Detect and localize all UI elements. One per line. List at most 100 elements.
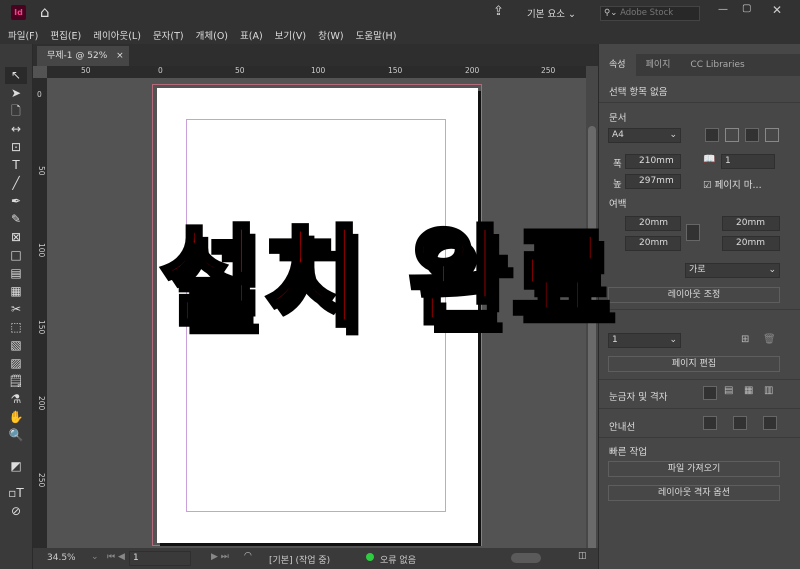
- ruler-label: 50: [81, 66, 91, 75]
- direct-selection-tool-icon[interactable]: ➤: [5, 85, 27, 102]
- rectangle-tool-icon[interactable]: □: [5, 247, 27, 264]
- zoom-tool-icon[interactable]: 🔍: [5, 427, 27, 444]
- orientation-select[interactable]: 가로 ⌄: [685, 263, 780, 278]
- facing-pages-checkbox[interactable]: ☑ 페이지 마...: [703, 177, 762, 191]
- gradient-tool-icon[interactable]: ▧: [5, 337, 27, 354]
- height-value: 297mm: [639, 176, 674, 186]
- gradient-feather-icon[interactable]: ▨: [5, 355, 27, 372]
- grid-icon[interactable]: ▦: [5, 283, 27, 300]
- portrait-icon[interactable]: [745, 128, 759, 142]
- chevron-down-icon[interactable]: ⌄: [91, 552, 99, 562]
- workspace-dropdown[interactable]: 기본 요소 ⌄: [527, 6, 576, 20]
- menu-table[interactable]: 표(A): [240, 28, 263, 42]
- link-margins-icon[interactable]: [686, 224, 700, 241]
- width-value: 210mm: [639, 156, 674, 166]
- layout-grid-icon[interactable]: ▥: [764, 385, 773, 396]
- margin-left-field[interactable]: 20mm: [722, 236, 780, 251]
- note-tool-icon[interactable]: 🗒: [5, 373, 27, 390]
- baseline-grid-icon[interactable]: ▤: [724, 385, 733, 396]
- content-collector-icon[interactable]: ⊡: [5, 139, 27, 156]
- width-field[interactable]: 210mm: [625, 154, 681, 169]
- menu-help[interactable]: 도움말(H): [356, 28, 397, 42]
- free-transform-tool-icon[interactable]: ⬚: [5, 319, 27, 336]
- next-page-icon[interactable]: ▶ ⏭: [211, 552, 229, 562]
- guides-heading: 안내선: [609, 422, 636, 433]
- hand-tool-icon[interactable]: ✋: [5, 409, 27, 426]
- menu-view[interactable]: 보기(V): [275, 28, 306, 42]
- import-file-button[interactable]: 파일 가져오기: [608, 461, 780, 477]
- document-grid-icon[interactable]: ▦: [744, 385, 753, 396]
- split-view-icon[interactable]: ◫: [578, 551, 587, 561]
- tab-cc-libraries[interactable]: CC Libraries: [680, 54, 754, 76]
- menu-file[interactable]: 파일(F): [8, 28, 38, 42]
- pages-icon: 📖: [703, 154, 716, 165]
- page-number-field[interactable]: 1: [129, 551, 191, 566]
- ruler-icon[interactable]: [703, 386, 717, 400]
- workspace-label: 기본 요소: [527, 9, 565, 20]
- stock-search[interactable]: ⚲⌄ Adobe Stock: [600, 6, 700, 21]
- share-icon[interactable]: ⇪: [493, 4, 504, 19]
- menu-layout[interactable]: 레이아웃(L): [93, 28, 141, 42]
- ruler-label: 200: [37, 396, 46, 411]
- document-title: 무제-1 @ 52%: [47, 51, 108, 61]
- horizontal-scroll-thumb[interactable]: [511, 553, 541, 563]
- page-tool-icon[interactable]: 🗋: [5, 103, 27, 120]
- eyedropper-tool-icon[interactable]: ⚗: [5, 391, 27, 408]
- facing-icon[interactable]: [725, 128, 739, 142]
- page-size-value: A4: [612, 130, 624, 140]
- layout-grid-options-button[interactable]: 레이아웃 격자 옵션: [608, 485, 780, 501]
- minimize-button[interactable]: —: [718, 4, 728, 15]
- pages-field[interactable]: 1: [721, 154, 775, 169]
- line-tool-icon[interactable]: ╱: [5, 175, 27, 192]
- formatting-icon[interactable]: ▫T: [5, 485, 27, 502]
- menu-type[interactable]: 문자(T): [153, 28, 184, 42]
- ruler-label: 200: [465, 66, 480, 75]
- lock-guides-icon[interactable]: [733, 416, 747, 430]
- scroll-thumb[interactable]: [588, 126, 596, 556]
- close-button[interactable]: ✕: [772, 3, 782, 17]
- facing-pages-label: 페이지 마...: [714, 180, 762, 191]
- menu-object[interactable]: 개체(O): [196, 28, 228, 42]
- margins-heading: 여백: [609, 199, 627, 210]
- close-tab-icon[interactable]: ×: [116, 51, 124, 61]
- tab-pages[interactable]: 페이지: [636, 54, 681, 76]
- install-complete-overlay: 설치 완료: [158, 216, 616, 341]
- home-icon[interactable]: ⌂: [40, 3, 50, 21]
- table-icon[interactable]: ▤: [5, 265, 27, 282]
- edit-page-button[interactable]: 페이지 편집: [608, 356, 780, 372]
- quick-actions-heading: 빠른 작업: [609, 447, 647, 458]
- search-placeholder: Adobe Stock: [620, 8, 674, 18]
- page-size-select[interactable]: A4 ⌄: [608, 128, 681, 143]
- type-tool-icon[interactable]: T: [5, 157, 27, 174]
- smart-guides-icon[interactable]: [763, 416, 777, 430]
- error-status[interactable]: 오류 없음: [380, 553, 416, 566]
- document-intent-icon[interactable]: [705, 128, 719, 142]
- preflight-profile[interactable]: [기본] (작업 중): [269, 553, 330, 566]
- fill-stroke-icon[interactable]: ◩: [5, 458, 27, 475]
- pencil-tool-icon[interactable]: ✎: [5, 211, 27, 228]
- scissors-tool-icon[interactable]: ✂: [5, 301, 27, 318]
- chevron-down-icon: ⌄: [568, 9, 576, 20]
- gap-tool-icon[interactable]: ↔: [5, 121, 27, 138]
- show-guides-icon[interactable]: [703, 416, 717, 430]
- height-field[interactable]: 297mm: [625, 174, 681, 189]
- document-tab-bar: 무제-1 @ 52% ×: [33, 44, 598, 66]
- landscape-icon[interactable]: [765, 128, 779, 142]
- horizontal-ruler: 50 0 50 100 150 200 250: [47, 66, 586, 78]
- preflight-icon: ◠: [244, 551, 252, 561]
- tab-properties[interactable]: 속성: [599, 54, 636, 76]
- pen-tool-icon[interactable]: ✒: [5, 193, 27, 210]
- delete-page-icon[interactable]: 🗑: [763, 334, 776, 345]
- apply-none-icon[interactable]: ⊘: [5, 503, 27, 520]
- menu-window[interactable]: 창(W): [318, 28, 344, 42]
- tab-document[interactable]: 무제-1 @ 52% ×: [37, 46, 129, 66]
- rectangle-frame-tool-icon[interactable]: ⊠: [5, 229, 27, 246]
- margin-right-field[interactable]: 20mm: [722, 216, 780, 231]
- ruler-label: 150: [388, 66, 403, 75]
- first-page-icon[interactable]: ⏮ ◀: [107, 552, 125, 562]
- selection-tool-icon[interactable]: ↖: [5, 67, 27, 84]
- add-page-icon[interactable]: ⊞: [741, 334, 749, 345]
- menu-edit[interactable]: 편집(E): [50, 28, 81, 42]
- zoom-level[interactable]: 34.5%: [47, 553, 76, 563]
- maximize-button[interactable]: ▢: [742, 3, 751, 14]
